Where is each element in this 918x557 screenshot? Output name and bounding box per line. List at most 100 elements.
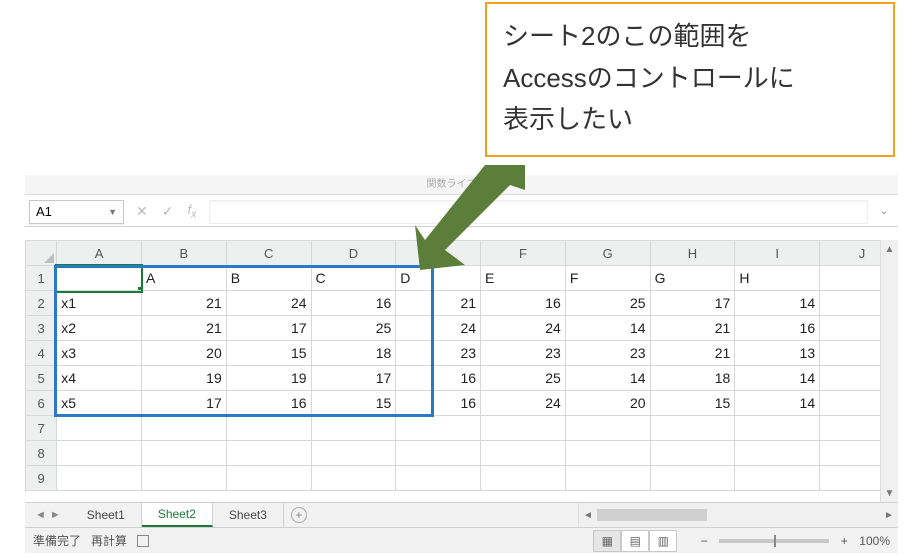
cell[interactable]: 16 (226, 391, 311, 416)
cell[interactable]: 15 (311, 391, 396, 416)
cell[interactable]: 19 (141, 366, 226, 391)
cell[interactable] (226, 441, 311, 466)
scroll-left-icon[interactable]: ◄ (579, 503, 597, 527)
cell[interactable]: x1 (57, 291, 142, 316)
cell[interactable]: B (226, 266, 311, 291)
cell[interactable]: 16 (396, 391, 481, 416)
cell[interactable]: 16 (481, 291, 566, 316)
cell[interactable]: 13 (735, 341, 820, 366)
column-header[interactable]: E (396, 241, 481, 266)
cancel-icon[interactable]: ✕ (136, 203, 148, 220)
row-header[interactable]: 3 (26, 316, 57, 341)
column-header[interactable]: G (565, 241, 650, 266)
column-header[interactable]: F (481, 241, 566, 266)
cell[interactable]: 21 (650, 316, 735, 341)
cell[interactable] (57, 441, 142, 466)
cell[interactable] (226, 466, 311, 491)
cell[interactable]: 23 (565, 341, 650, 366)
cell[interactable]: 20 (141, 341, 226, 366)
tab-first-icon[interactable]: ◄ (35, 509, 46, 521)
sheet-tab-sheet2[interactable]: Sheet2 (142, 503, 213, 527)
new-sheet-button[interactable]: + (284, 503, 314, 527)
zoom-in-button[interactable]: + (837, 534, 851, 548)
cell[interactable]: 16 (396, 366, 481, 391)
cell[interactable]: x2 (57, 316, 142, 341)
cell[interactable] (650, 466, 735, 491)
cell[interactable]: 18 (650, 366, 735, 391)
cell[interactable] (311, 441, 396, 466)
cell[interactable] (735, 416, 820, 441)
cell[interactable] (735, 466, 820, 491)
cell[interactable]: 14 (565, 366, 650, 391)
cell[interactable] (396, 466, 481, 491)
cell[interactable]: 24 (481, 316, 566, 341)
column-header[interactable]: A (57, 241, 142, 266)
row-header[interactable]: 6 (26, 391, 57, 416)
enter-icon[interactable]: ✓ (162, 203, 174, 220)
vertical-scrollbar[interactable]: ▲ ▼ (880, 240, 898, 502)
row-header[interactable]: 1 (26, 266, 57, 291)
cell[interactable]: 18 (311, 341, 396, 366)
row-header[interactable]: 9 (26, 466, 57, 491)
cell[interactable] (141, 441, 226, 466)
cell[interactable]: 24 (226, 291, 311, 316)
sheet-tab-sheet1[interactable]: Sheet1 (71, 503, 142, 527)
scroll-right-icon[interactable]: ► (880, 503, 898, 527)
macro-record-icon[interactable] (137, 535, 149, 547)
cell[interactable]: 24 (481, 391, 566, 416)
column-header[interactable]: H (650, 241, 735, 266)
cell[interactable]: 15 (226, 341, 311, 366)
cell[interactable]: 19 (226, 366, 311, 391)
scroll-up-icon[interactable]: ▲ (881, 240, 898, 258)
cell[interactable]: 24 (396, 316, 481, 341)
cell[interactable] (57, 266, 142, 291)
cell[interactable]: 15 (650, 391, 735, 416)
cell[interactable] (396, 441, 481, 466)
select-all-corner[interactable] (26, 241, 57, 266)
cell[interactable]: 17 (311, 366, 396, 391)
cell[interactable] (481, 416, 566, 441)
cell[interactable] (396, 416, 481, 441)
cell[interactable]: E (481, 266, 566, 291)
cell[interactable]: F (565, 266, 650, 291)
cell[interactable]: 17 (650, 291, 735, 316)
cell[interactable]: 14 (565, 316, 650, 341)
row-header[interactable]: 4 (26, 341, 57, 366)
cell[interactable]: x3 (57, 341, 142, 366)
cell[interactable]: 14 (735, 391, 820, 416)
cell[interactable] (226, 416, 311, 441)
cell[interactable]: x4 (57, 366, 142, 391)
cell[interactable]: 14 (735, 366, 820, 391)
scroll-down-icon[interactable]: ▼ (881, 484, 898, 502)
cell[interactable]: 16 (735, 316, 820, 341)
tab-last-icon[interactable]: ► (50, 509, 61, 521)
cell[interactable]: A (141, 266, 226, 291)
cell[interactable] (57, 416, 142, 441)
zoom-slider[interactable] (719, 539, 829, 543)
cell[interactable] (565, 416, 650, 441)
cell[interactable] (735, 441, 820, 466)
formula-input[interactable] (209, 200, 868, 224)
row-header[interactable]: 7 (26, 416, 57, 441)
cell[interactable]: G (650, 266, 735, 291)
cell[interactable]: 25 (481, 366, 566, 391)
view-normal-icon[interactable]: ▦ (593, 530, 621, 552)
cell[interactable] (565, 466, 650, 491)
cell[interactable] (650, 441, 735, 466)
cell[interactable]: x5 (57, 391, 142, 416)
worksheet-grid[interactable]: A B C D E F G H I J 1ABCDEFGH2x121241621… (25, 240, 898, 502)
row-header[interactable]: 2 (26, 291, 57, 316)
cell[interactable] (481, 441, 566, 466)
cell[interactable]: C (311, 266, 396, 291)
cell[interactable]: 21 (141, 291, 226, 316)
cell[interactable]: 20 (565, 391, 650, 416)
sheet-tab-sheet3[interactable]: Sheet3 (213, 503, 284, 527)
hscroll-thumb[interactable] (597, 509, 707, 521)
cell[interactable]: D (396, 266, 481, 291)
view-page-break-icon[interactable]: ▥ (649, 530, 677, 552)
cell[interactable] (141, 416, 226, 441)
view-page-layout-icon[interactable]: ▤ (621, 530, 649, 552)
name-box[interactable]: A1 ▼ (29, 200, 124, 224)
cell[interactable]: 17 (141, 391, 226, 416)
cell[interactable] (57, 466, 142, 491)
